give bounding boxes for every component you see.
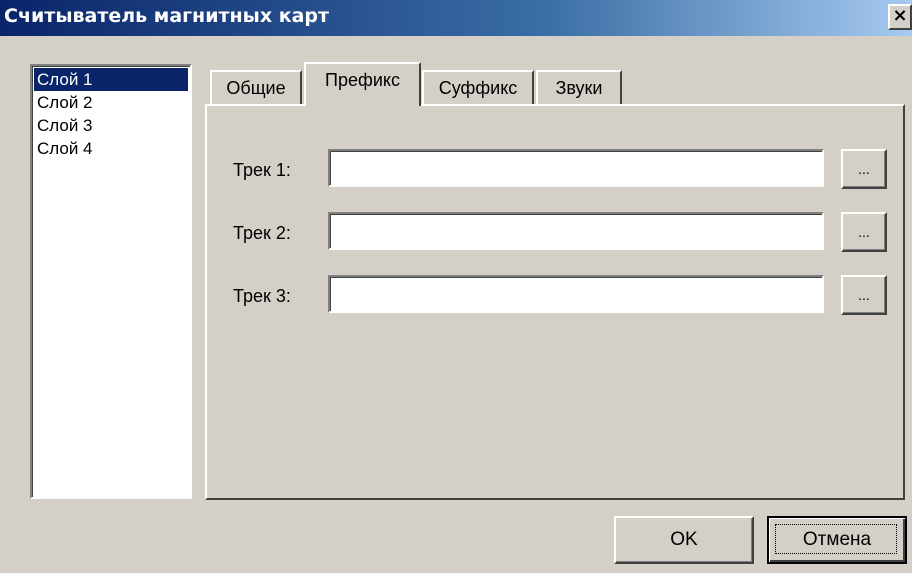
layer-list[interactable]: Слой 1 Слой 2 Слой 3 Слой 4 xyxy=(30,64,192,499)
cancel-button[interactable]: Отмена xyxy=(767,516,907,564)
track-1-input[interactable] xyxy=(328,149,824,187)
cancel-button-label: Отмена xyxy=(802,529,872,550)
tab-prefix[interactable]: Префикс xyxy=(304,62,421,106)
tab-general[interactable]: Общие xyxy=(210,70,302,106)
track-1-browse-button[interactable]: ... xyxy=(841,149,887,189)
layer-item-2[interactable]: Слой 2 xyxy=(34,91,188,114)
tab-suffix[interactable]: Суффикс xyxy=(422,70,534,106)
track-1-label: Трек 1: xyxy=(233,160,291,180)
layer-item-4[interactable]: Слой 4 xyxy=(34,137,188,160)
track-2-input[interactable] xyxy=(328,212,824,250)
track-3-label: Трек 3: xyxy=(233,286,291,306)
layer-item-3[interactable]: Слой 3 xyxy=(34,114,188,137)
ok-button-label: OK xyxy=(670,529,698,550)
track-3-browse-button[interactable]: ... xyxy=(841,275,887,315)
title-bar[interactable]: Считыватель магнитных карт × xyxy=(0,0,912,36)
track-3-input[interactable] xyxy=(328,275,824,313)
layer-item-1[interactable]: Слой 1 xyxy=(34,68,188,91)
track-2-browse-button[interactable]: ... xyxy=(841,212,887,252)
tab-sounds[interactable]: Звуки xyxy=(536,70,622,106)
track-2-label: Трек 2: xyxy=(233,223,291,243)
close-icon[interactable]: × xyxy=(888,4,912,30)
tab-panel-prefix: Трек 1: ... Трек 2: ... Трек 3: ... xyxy=(205,104,905,500)
ok-button[interactable]: OK xyxy=(614,516,754,564)
window-title: Считыватель магнитных карт xyxy=(4,5,330,27)
